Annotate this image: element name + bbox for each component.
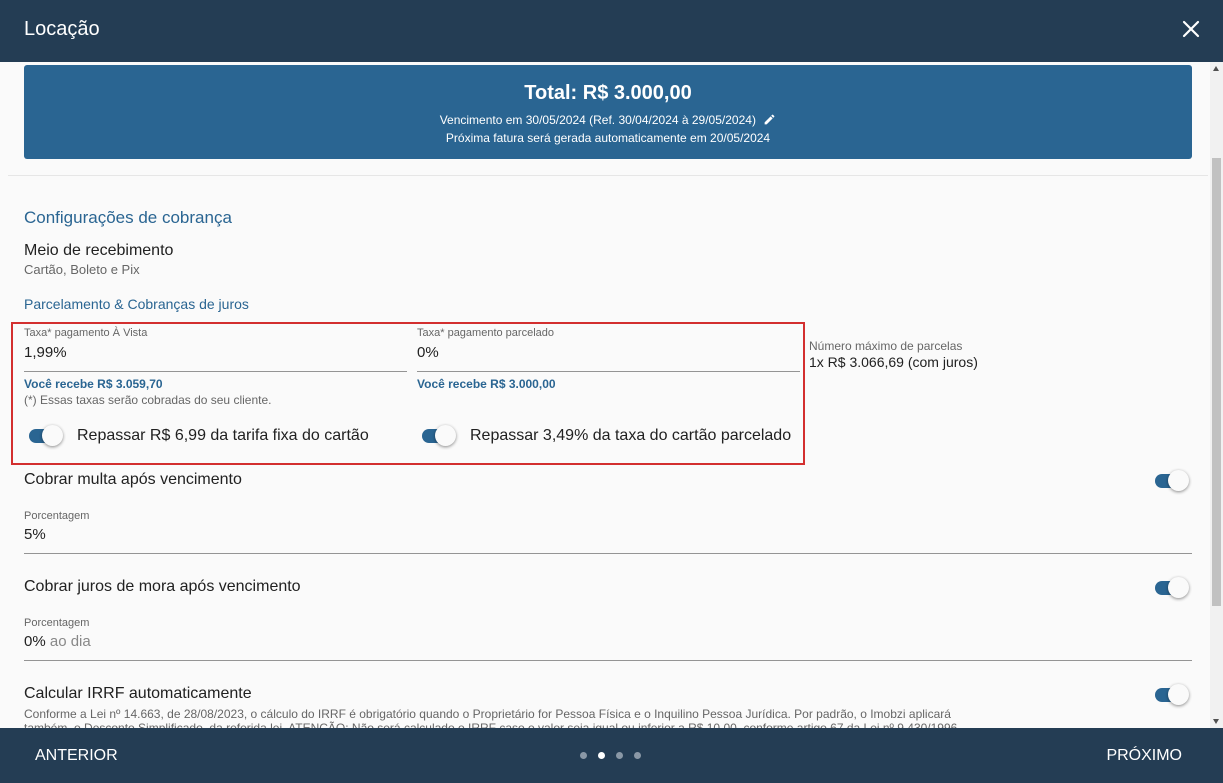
- installment-rate-underline: [417, 371, 800, 372]
- installment-rate-input[interactable]: 0%: [417, 344, 439, 361]
- dialog-title: Locação: [24, 18, 100, 40]
- fine-percent-underline: [24, 553, 1192, 554]
- scroll-down-arrow-icon[interactable]: [1213, 719, 1219, 724]
- cash-rate-input[interactable]: 1,99%: [24, 344, 67, 361]
- toggle-knob: [1168, 577, 1189, 598]
- installment-rate-label: Taxa* pagamento parcelado: [417, 327, 554, 339]
- fine-percent-input[interactable]: 5%: [24, 526, 46, 543]
- scrollbar-thumb[interactable]: [1212, 158, 1221, 606]
- dialog-footer: ANTERIOR PRÓXIMO: [0, 728, 1223, 783]
- divider: [8, 175, 1208, 176]
- close-icon[interactable]: [1181, 19, 1201, 39]
- cash-rate-underline: [24, 371, 407, 372]
- dialog-header: Locação: [0, 0, 1223, 62]
- fixed-fee-label: Repassar R$ 6,99 da tarifa fixa do cartã…: [77, 427, 369, 444]
- payment-method-value: Cartão, Boleto e Pix: [24, 262, 140, 277]
- billing-settings-title: Configurações de cobrança: [24, 208, 232, 227]
- fee-note: (*) Essas taxas serão cobradas do seu cl…: [24, 393, 272, 407]
- fixed-fee-toggle[interactable]: [27, 423, 63, 447]
- late-fine-toggle[interactable]: [1153, 468, 1189, 492]
- dialog-content: Total: R$ 3.000,00 Vencimento em 30/05/2…: [0, 62, 1210, 728]
- cash-receive-text: Você recebe R$ 3.059,70: [24, 377, 163, 391]
- due-date-line: Vencimento em 30/05/2024 (Ref. 30/04/202…: [24, 113, 1192, 127]
- late-fine-label: Cobrar multa após vencimento: [24, 471, 242, 488]
- toggle-knob: [435, 425, 456, 446]
- irrf-label: Calcular IRRF automaticamente: [24, 685, 252, 702]
- content-scrollbar[interactable]: [1210, 62, 1223, 728]
- due-date-text: Vencimento em 30/05/2024 (Ref. 30/04/202…: [439, 113, 756, 127]
- step-dot: [616, 752, 623, 759]
- interest-percent-value: 0%: [24, 633, 46, 650]
- toggle-knob: [1168, 684, 1189, 705]
- interest-percent-underline: [24, 660, 1192, 661]
- step-dot: [598, 752, 605, 759]
- previous-button[interactable]: ANTERIOR: [35, 747, 118, 765]
- toggle-knob: [42, 425, 63, 446]
- interest-percent-field[interactable]: 0% ao dia: [24, 633, 91, 650]
- late-interest-label: Cobrar juros de mora após vencimento: [24, 578, 301, 595]
- installment-fee-label: Repassar 3,49% da taxa do cartão parcela…: [470, 427, 792, 444]
- step-dot: [580, 752, 587, 759]
- irrf-toggle[interactable]: [1153, 682, 1189, 706]
- step-dot: [634, 752, 641, 759]
- total-amount: Total: R$ 3.000,00: [524, 82, 692, 104]
- irrf-description: Conforme a Lei nº 14.663, de 28/08/2023,…: [24, 707, 961, 728]
- next-button[interactable]: PRÓXIMO: [1106, 747, 1182, 765]
- max-installments-label: Número máximo de parcelas: [809, 339, 963, 353]
- scroll-up-arrow-icon[interactable]: [1213, 66, 1219, 71]
- interest-percent-label: Porcentagem: [24, 617, 90, 629]
- total-summary-card: Total: R$ 3.000,00 Vencimento em 30/05/2…: [24, 65, 1192, 159]
- installment-fee-toggle[interactable]: [420, 423, 456, 447]
- installments-subtitle: Parcelamento & Cobranças de juros: [24, 296, 249, 312]
- late-interest-toggle[interactable]: [1153, 575, 1189, 599]
- cash-rate-label: Taxa* pagamento À Vista: [24, 327, 148, 339]
- toggle-knob: [1168, 470, 1189, 491]
- interest-percent-unit: ao dia: [49, 633, 91, 650]
- fine-percent-label: Porcentagem: [24, 510, 90, 522]
- edit-pencil-icon[interactable]: [763, 113, 776, 126]
- payment-method-label: Meio de recebimento: [24, 242, 174, 259]
- next-invoice-text: Próxima fatura será gerada automaticamen…: [445, 131, 771, 145]
- installment-receive-text: Você recebe R$ 3.000,00: [417, 377, 556, 391]
- step-indicator: [577, 752, 647, 760]
- max-installments-select[interactable]: 1x R$ 3.066,69 (com juros): [809, 354, 978, 370]
